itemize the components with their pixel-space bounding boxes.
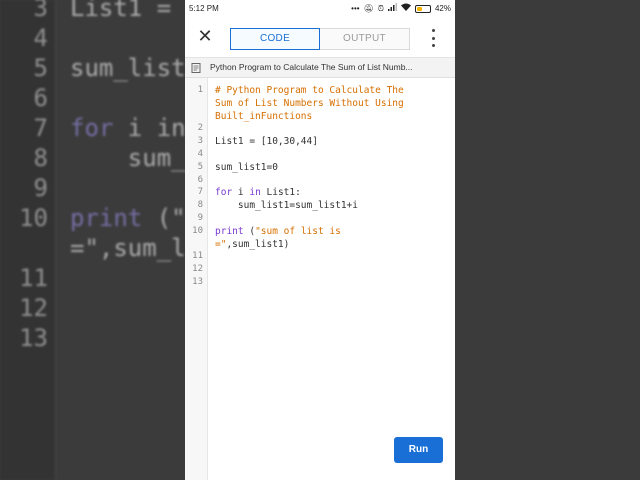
tab-output[interactable]: OUTPUT bbox=[320, 28, 410, 50]
file-titlebar: Python Program to Calculate The Sum of L… bbox=[185, 58, 455, 78]
line-number: 8 bbox=[197, 200, 203, 211]
background-code-text: sum_list bbox=[70, 54, 185, 82]
code-line: =",sum_list1) bbox=[215, 239, 289, 250]
background-line-number: 8 bbox=[33, 144, 48, 172]
alarm-icon: ⏰︎ bbox=[377, 3, 384, 13]
file-title: Python Program to Calculate The Sum of L… bbox=[210, 62, 413, 72]
line-number: 6 bbox=[197, 174, 203, 185]
background-line-number: 6 bbox=[33, 84, 48, 112]
line-number: 7 bbox=[197, 187, 203, 198]
background-code-text: =",sum_l bbox=[70, 234, 185, 262]
close-icon[interactable]: ✕ bbox=[195, 27, 215, 47]
background-code-line: List1 = bbox=[70, 0, 185, 22]
line-number: 12 bbox=[192, 264, 203, 275]
code-token: i bbox=[232, 187, 250, 199]
status-icons: ••• 🔕︎ ⏰︎ 42% bbox=[351, 3, 451, 14]
background-code-line: sum_list bbox=[70, 54, 185, 82]
code-token: ,sum_list1) bbox=[226, 238, 290, 250]
background-line-number: 10 bbox=[19, 204, 48, 232]
status-time: 5:12 PM bbox=[189, 4, 219, 13]
background-line-number: 12 bbox=[19, 294, 48, 322]
battery-icon bbox=[414, 4, 431, 13]
background-line-number: 5 bbox=[33, 54, 48, 82]
background-code-line: =",sum_l bbox=[70, 234, 185, 262]
background-code-left: 3 List1 = 4 5 sum_list 6 7 for i in 8 sum_ 9 10 pr… bbox=[0, 0, 185, 480]
background-line-number: 4 bbox=[33, 24, 48, 52]
file-icon bbox=[191, 63, 201, 73]
background-code-text: (" bbox=[142, 204, 185, 232]
mute-icon: 🔕︎ bbox=[363, 3, 374, 13]
phone-screen: 5:12 PM ••• 🔕︎ ⏰︎ 42% ✕ CODE OUTPUT Pyth… bbox=[185, 0, 455, 480]
line-number-gutter: 1 2 3 4 5 6 7 8 9 10 11 12 13 bbox=[185, 78, 208, 480]
background-zoom-left: 3 List1 = 4 5 sum_list 6 7 for i in 8 sum_ 9 10 pr… bbox=[0, 0, 185, 480]
more-vert-icon[interactable] bbox=[429, 29, 437, 47]
code-token: for bbox=[215, 187, 233, 199]
code-token: "sum of list is bbox=[255, 225, 341, 237]
line-number: 1 bbox=[197, 85, 203, 95]
line-number: 5 bbox=[197, 161, 203, 172]
code-token: in bbox=[249, 187, 261, 199]
background-code-text: i in bbox=[113, 114, 185, 142]
code-line: Built_inFunctions bbox=[215, 111, 312, 122]
code-token: Sum of List Numbers Without Using bbox=[215, 97, 404, 109]
code-token: ( bbox=[243, 225, 256, 237]
line-number: 13 bbox=[192, 277, 203, 287]
line-number: 11 bbox=[192, 251, 203, 262]
background-keyword: for bbox=[70, 114, 114, 142]
background-code-line: print (" bbox=[70, 204, 185, 232]
code-token: List1 = [10,30,44] bbox=[215, 136, 318, 148]
background-line-number: 11 bbox=[19, 264, 48, 292]
code-line: print ("sum of list is bbox=[215, 226, 341, 237]
background-code-text: sum_ bbox=[70, 144, 185, 172]
line-number: 10 bbox=[192, 225, 203, 236]
background-line-number: 3 bbox=[33, 0, 48, 22]
battery-percent: 42% bbox=[434, 4, 451, 13]
signal-icon bbox=[387, 3, 397, 14]
code-token: sum_list1=0 bbox=[215, 161, 278, 173]
dots-icon: ••• bbox=[351, 3, 360, 13]
background-keyword: print bbox=[70, 204, 143, 232]
line-number: 2 bbox=[197, 123, 203, 134]
code-line: # Python Program to Calculate The bbox=[215, 85, 404, 96]
code-token: Built_inFunctions bbox=[215, 110, 313, 122]
line-number: 3 bbox=[197, 136, 203, 147]
background-line-number: 7 bbox=[33, 114, 48, 142]
code-line: sum_list1=sum_list1+i bbox=[215, 200, 358, 211]
code-line: for i in List1: bbox=[215, 187, 301, 198]
code-token: sum_list1=sum_list1+i bbox=[215, 200, 358, 212]
code-token: # Python Program to Calculate The bbox=[215, 85, 404, 96]
line-number: 9 bbox=[197, 213, 203, 223]
code-line: sum_list1=0 bbox=[215, 162, 278, 173]
background-line-number: 9 bbox=[33, 174, 48, 202]
line-number: 4 bbox=[197, 149, 203, 159]
code-token: print bbox=[215, 225, 244, 237]
wifi-icon bbox=[400, 3, 411, 14]
background-code-line: sum_ bbox=[70, 144, 185, 172]
code-token: =" bbox=[215, 238, 227, 250]
background-zoom-right bbox=[455, 0, 640, 480]
background-code-text: List1 = bbox=[70, 0, 185, 22]
code-editor[interactable]: 1 2 3 4 5 6 7 8 9 10 11 12 13 # Python Program to Ca… bbox=[185, 78, 455, 480]
tab-code[interactable]: CODE bbox=[230, 28, 320, 50]
code-line: Sum of List Numbers Without Using bbox=[215, 98, 404, 109]
battery-level bbox=[416, 6, 423, 11]
code-token: List1: bbox=[260, 187, 301, 199]
background-code-line: for i in bbox=[70, 114, 185, 142]
run-button[interactable]: Run bbox=[394, 437, 443, 463]
background-code-right bbox=[455, 0, 640, 480]
toolbar: ✕ CODE OUTPUT bbox=[185, 18, 455, 58]
background-line-number: 13 bbox=[19, 324, 48, 352]
status-bar: 5:12 PM ••• 🔕︎ ⏰︎ 42% bbox=[185, 0, 455, 18]
code-line: List1 = [10,30,44] bbox=[215, 136, 318, 147]
